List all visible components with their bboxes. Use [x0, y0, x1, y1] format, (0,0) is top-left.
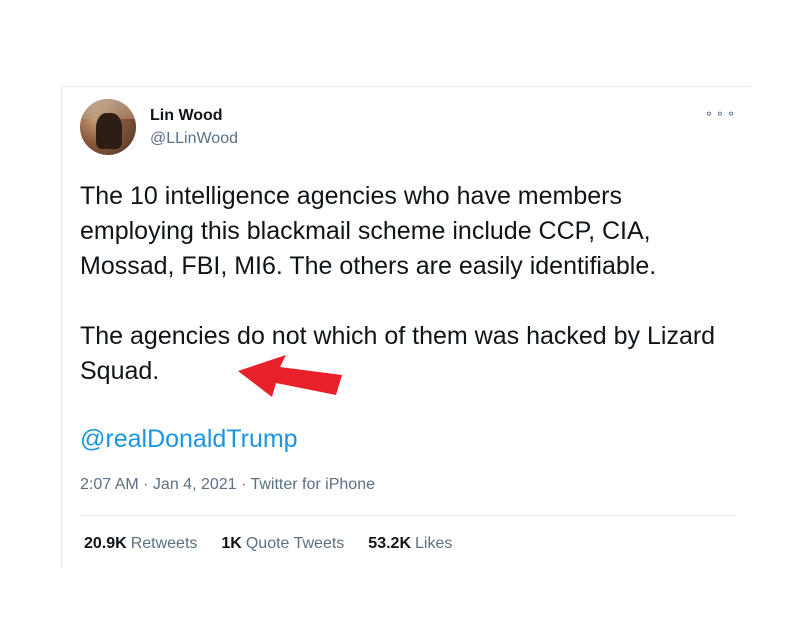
- tweet-time[interactable]: 2:07 AM: [80, 476, 139, 493]
- more-options-icon[interactable]: ⚬⚬⚬: [704, 107, 737, 121]
- divider: [80, 515, 735, 516]
- quote-tweets-label: Quote Tweets: [245, 535, 345, 552]
- avatar[interactable]: [80, 99, 136, 155]
- arrow-shape: [238, 355, 342, 397]
- tweet-date[interactable]: Jan 4, 2021: [153, 476, 237, 493]
- retweets-label: Retweets: [130, 535, 198, 552]
- retweets-count: 20.9K: [84, 535, 127, 552]
- tweet-text: The 10 intelligence agencies who have me…: [80, 179, 720, 389]
- tweet-paragraph-2: The agencies do not which of them was ha…: [80, 322, 716, 385]
- avatar-figure: [96, 113, 122, 149]
- tweet-source[interactable]: Twitter for iPhone: [250, 476, 375, 493]
- likes-count: 53.2K: [368, 535, 411, 552]
- mention-link[interactable]: @realDonaldTrump: [80, 425, 298, 454]
- meta-separator: ·: [138, 476, 153, 493]
- likes-label: Likes: [415, 535, 453, 552]
- meta-separator-2: ·: [236, 476, 251, 493]
- tweet-card: Lin Wood @LLinWood ⚬⚬⚬ The 10 intelligen…: [61, 86, 751, 569]
- author-handle[interactable]: @LLinWood: [150, 130, 238, 148]
- author-name[interactable]: Lin Wood: [150, 107, 223, 125]
- retweets-stat[interactable]: 20.9K Retweets: [84, 535, 197, 553]
- tweet-paragraph-1: The 10 intelligence agencies who have me…: [80, 182, 657, 280]
- tweet-metadata: 2:07 AM · Jan 4, 2021 · Twitter for iPho…: [80, 476, 375, 494]
- engagement-stats: 20.9K Retweets 1K Quote Tweets 53.2K Likes: [84, 535, 452, 553]
- quote-tweets-stat[interactable]: 1K Quote Tweets: [221, 535, 344, 553]
- quote-tweets-count: 1K: [221, 535, 242, 552]
- red-arrow-annotation: [238, 355, 342, 397]
- likes-stat[interactable]: 53.2K Likes: [368, 535, 452, 553]
